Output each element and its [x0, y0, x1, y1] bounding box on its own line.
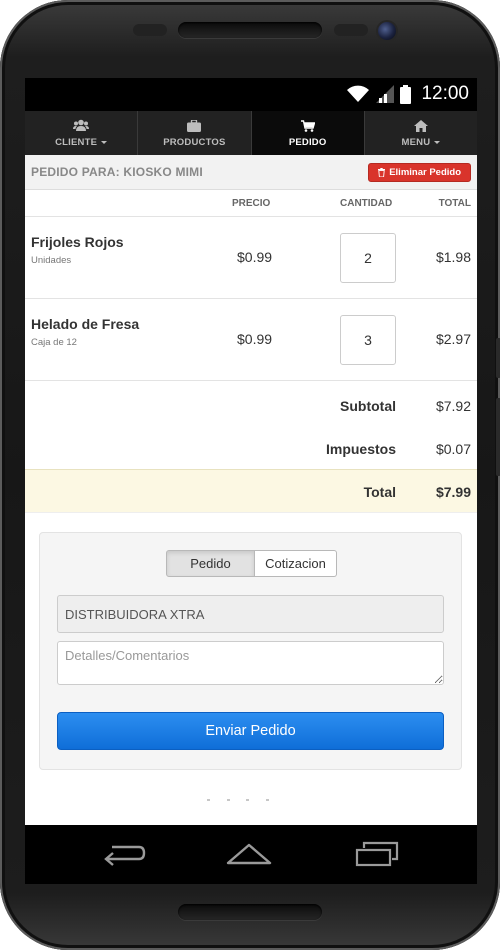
order-title: PEDIDO PARA: KIOSKO MIMI — [31, 165, 203, 179]
nav-item-cliente[interactable]: CLIENTE — [25, 111, 139, 155]
order-type-toggle: Pedido Cotizacion — [166, 550, 337, 577]
screen: 12:00 CLIENTE PRODUCTOS PEDIDO MENU PEDI… — [25, 78, 477, 884]
nav-item-menu[interactable]: MENU — [365, 111, 477, 155]
send-order-button[interactable]: Enviar Pedido — [57, 712, 444, 750]
proximity-sensor — [133, 24, 167, 36]
product-unit: Caja de 12 — [31, 337, 77, 348]
nav-label: MENU — [401, 137, 441, 148]
users-icon — [73, 118, 90, 133]
product-unit: Unidades — [31, 255, 72, 266]
tax-label: Impuestos — [325, 441, 396, 457]
nav-item-productos[interactable]: PRODUCTOS — [138, 111, 252, 155]
order-type-pedido-button[interactable]: Pedido — [166, 550, 255, 577]
power-button — [496, 338, 500, 378]
column-quantity: CANTIDAD — [340, 198, 393, 209]
nav-label: PEDIDO — [288, 137, 327, 148]
quantity-input[interactable] — [340, 233, 396, 283]
front-camera — [378, 22, 396, 40]
subtotal-row: Subtotal $7.92 — [25, 381, 477, 425]
clock: 12:00 — [421, 83, 469, 104]
comments-field[interactable] — [57, 641, 444, 685]
product-name: Frijoles Rojos — [31, 234, 124, 250]
order-content: PEDIDO PARA: KIOSKO MIMI Eliminar Pedido… — [25, 155, 477, 825]
tax-value: $0.07 — [435, 441, 471, 457]
order-form-area: Pedido Cotizacion Enviar Pedido — [25, 513, 477, 825]
cart-icon — [300, 118, 315, 133]
table-header: PRECIO CANTIDAD TOTAL — [25, 190, 477, 217]
phone-frame: 12:00 CLIENTE PRODUCTOS PEDIDO MENU PEDI… — [0, 0, 500, 950]
nav-label: CLIENTE — [55, 137, 108, 148]
total-row: Total $7.99 — [25, 469, 477, 513]
order-form-panel: Pedido Cotizacion Enviar Pedido — [39, 532, 462, 770]
volume-button — [496, 398, 500, 476]
delete-order-label: Eliminar Pedido — [389, 166, 461, 178]
home-nav-icon[interactable] — [225, 839, 273, 869]
earpiece-speaker — [178, 22, 322, 38]
home-icon — [413, 118, 428, 133]
recent-apps-icon[interactable] — [354, 839, 400, 869]
product-price: $0.99 — [237, 331, 273, 347]
order-header: PEDIDO PARA: KIOSKO MIMI Eliminar Pedido — [25, 155, 477, 190]
total-label: Total — [363, 484, 396, 500]
table-row: Frijoles Rojos Unidades $0.99 $1.98 — [25, 217, 477, 299]
total-value: $7.99 — [435, 484, 471, 500]
signal-icon — [376, 85, 395, 103]
delete-order-button[interactable]: Eliminar Pedido — [368, 162, 471, 182]
distributor-field[interactable] — [57, 595, 444, 633]
product-name: Helado de Fresa — [31, 316, 140, 332]
battery-icon — [400, 84, 412, 104]
column-total: TOTAL — [438, 198, 471, 209]
order-type-cotizacion-button[interactable]: Cotizacion — [255, 550, 337, 577]
android-nav-bar — [25, 825, 477, 884]
back-icon[interactable] — [102, 839, 146, 869]
tax-row: Impuestos $0.07 — [25, 425, 477, 469]
nav-label: PRODUCTOS — [163, 137, 226, 148]
subtotal-label: Subtotal — [340, 398, 396, 414]
briefcase-icon — [187, 118, 202, 133]
light-sensor — [334, 24, 368, 36]
subtotal-value: $7.92 — [435, 398, 471, 414]
column-price: PRECIO — [232, 198, 271, 209]
status-bar: 12:00 — [25, 78, 477, 111]
caret-down-icon — [434, 140, 441, 144]
top-nav: CLIENTE PRODUCTOS PEDIDO MENU — [25, 111, 477, 155]
product-total: $1.98 — [435, 249, 471, 265]
faint-divider — [207, 799, 269, 803]
wifi-icon — [346, 85, 370, 103]
bottom-speaker — [178, 904, 322, 920]
quantity-input[interactable] — [340, 315, 396, 365]
table-row: Helado de Fresa Caja de 12 $0.99 $2.97 — [25, 299, 477, 381]
product-price: $0.99 — [237, 249, 273, 265]
product-total: $2.97 — [435, 331, 471, 347]
nav-item-pedido[interactable]: PEDIDO — [251, 111, 365, 155]
status-icons: 12:00 — [346, 83, 469, 105]
trash-icon — [378, 167, 386, 177]
caret-down-icon — [101, 140, 108, 144]
